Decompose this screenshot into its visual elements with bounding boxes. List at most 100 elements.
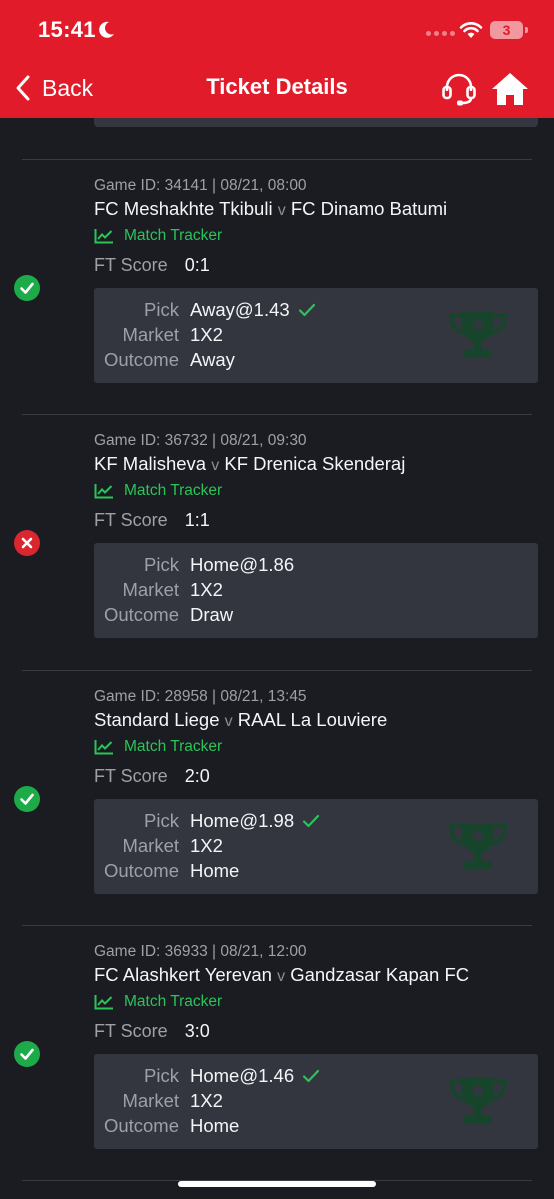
match-tracker-link[interactable]: Match Tracker	[94, 227, 222, 245]
game-item: Game ID: 34141 | 08/21, 08:00 FC Meshakh…	[14, 159, 538, 414]
headset-support-icon[interactable]	[440, 70, 478, 108]
outcome-value: Away	[190, 349, 235, 370]
ft-score-value: 0:1	[184, 255, 210, 275]
check-circle-icon	[14, 1041, 40, 1067]
match-teams: FC Alashkert Yerevan v Gandzasar Kapan F…	[94, 964, 469, 986]
market-label: Market	[122, 1090, 179, 1111]
away-team: KF Drenica Skenderaj	[224, 453, 406, 474]
ft-score-label: FT Score	[94, 510, 168, 530]
pick-label: Pick	[144, 810, 179, 831]
nav-bar: Back Ticket Details	[0, 60, 554, 118]
match-tracker-label: Match Tracker	[124, 993, 223, 1010]
ft-score: FT Score 0:1	[94, 255, 210, 276]
checkmark-icon	[303, 1069, 320, 1083]
versus-label: v	[211, 457, 220, 474]
status-bar: 15:41 3	[0, 0, 554, 60]
versus-label: v	[224, 713, 233, 730]
status-time: 15:41	[38, 17, 96, 42]
cellular-signal-icon	[426, 31, 455, 36]
match-tracker-link[interactable]: Match Tracker	[94, 738, 222, 756]
ft-score-value: 1:1	[184, 510, 210, 530]
pick-value: Home@1.46	[190, 1065, 295, 1086]
pick-card: Pick Home@1.98 Market 1X2 Outcome Home	[94, 799, 538, 894]
match-tracker-label: Match Tracker	[124, 482, 223, 499]
ft-score: FT Score 1:1	[94, 510, 210, 531]
trophy-icon	[448, 1078, 508, 1124]
chart-icon	[94, 995, 113, 1010]
previous-pick-card	[94, 118, 538, 127]
chart-icon	[94, 484, 113, 499]
battery-tip	[525, 27, 528, 33]
pick-label: Pick	[144, 299, 179, 320]
market-label: Market	[122, 579, 179, 600]
match-tracker-link[interactable]: Match Tracker	[94, 993, 222, 1011]
wifi-icon	[459, 22, 483, 38]
battery-indicator: 3	[490, 21, 523, 39]
game-item: Game ID: 28958 | 08/21, 13:45 Standard L…	[14, 670, 538, 925]
home-indicator[interactable]	[178, 1181, 376, 1187]
away-team: RAAL La Louviere	[237, 709, 388, 730]
match-teams: FC Meshakhte Tkibuli v FC Dinamo Batumi	[94, 198, 447, 220]
ft-score-label: FT Score	[94, 255, 168, 275]
trophy-icon	[448, 312, 508, 358]
game-meta: Game ID: 34141 | 08/21, 08:00	[94, 177, 307, 194]
pick-card: Pick Home@1.46 Market 1X2 Outcome Home	[94, 1054, 538, 1149]
ft-score-value: 3:0	[184, 1021, 210, 1041]
outcome-label: Outcome	[103, 349, 179, 370]
home-team: FC Alashkert Yerevan	[94, 964, 272, 985]
match-tracker-label: Match Tracker	[124, 227, 223, 244]
market-value: 1X2	[190, 1090, 223, 1111]
ft-score: FT Score 3:0	[94, 1021, 210, 1042]
market-label: Market	[122, 324, 179, 345]
versus-label: v	[277, 202, 286, 219]
check-circle-icon	[14, 786, 40, 812]
pick-label: Pick	[144, 1065, 179, 1086]
pick-card: Pick Home@1.86 Market 1X2 Outcome Draw	[94, 543, 538, 638]
versus-label: v	[277, 968, 286, 985]
ft-score: FT Score 2:0	[94, 766, 210, 787]
x-circle-icon	[14, 530, 40, 556]
ft-score-label: FT Score	[94, 766, 168, 786]
outcome-value: Home	[190, 860, 240, 881]
ft-score-value: 2:0	[184, 766, 210, 786]
ft-score-label: FT Score	[94, 1021, 168, 1041]
market-value: 1X2	[190, 579, 223, 600]
home-icon[interactable]	[490, 70, 530, 108]
moon-icon	[99, 21, 114, 38]
ticket-games-list[interactable]: Game ID: 34141 | 08/21, 08:00 FC Meshakh…	[0, 118, 554, 1199]
game-meta: Game ID: 36732 | 08/21, 09:30	[94, 432, 307, 449]
home-team: FC Meshakhte Tkibuli	[94, 198, 273, 219]
outcome-label: Outcome	[103, 1115, 179, 1136]
pick-value: Away@1.43	[190, 299, 290, 320]
outcome-value: Draw	[190, 604, 234, 625]
game-meta: Game ID: 36933 | 08/21, 12:00	[94, 943, 307, 960]
checkmark-icon	[298, 303, 315, 317]
market-label: Market	[122, 835, 179, 856]
market-value: 1X2	[190, 835, 223, 856]
app-header: 15:41 3 Back Ticket Details	[0, 0, 554, 118]
home-team: Standard Liege	[94, 709, 220, 730]
market-value: 1X2	[190, 324, 223, 345]
check-circle-icon	[14, 275, 40, 301]
outcome-label: Outcome	[103, 604, 179, 625]
chart-icon	[94, 740, 113, 755]
checkmark-icon	[303, 814, 320, 828]
pick-card: Pick Away@1.43 Market 1X2 Outcome Away	[94, 288, 538, 383]
chart-icon	[94, 229, 113, 244]
match-tracker-label: Match Tracker	[124, 738, 223, 755]
match-teams: Standard Liege v RAAL La Louviere	[94, 709, 387, 731]
outcome-value: Home	[190, 1115, 240, 1136]
trophy-icon	[448, 823, 508, 869]
game-meta: Game ID: 28958 | 08/21, 13:45	[94, 688, 307, 705]
outcome-label: Outcome	[103, 860, 179, 881]
match-teams: KF Malisheva v KF Drenica Skenderaj	[94, 453, 405, 475]
game-item: Game ID: 36732 | 08/21, 09:30 KF Malishe…	[14, 414, 538, 669]
pick-value: Home@1.98	[190, 810, 295, 831]
match-tracker-link[interactable]: Match Tracker	[94, 482, 222, 500]
pick-label: Pick	[144, 554, 179, 575]
pick-value: Home@1.86	[190, 554, 295, 575]
home-team: KF Malisheva	[94, 453, 207, 474]
away-team: FC Dinamo Batumi	[290, 198, 448, 219]
game-item: Game ID: 36933 | 08/21, 12:00 FC Alashke…	[14, 925, 538, 1180]
away-team: Gandzasar Kapan FC	[290, 964, 470, 985]
